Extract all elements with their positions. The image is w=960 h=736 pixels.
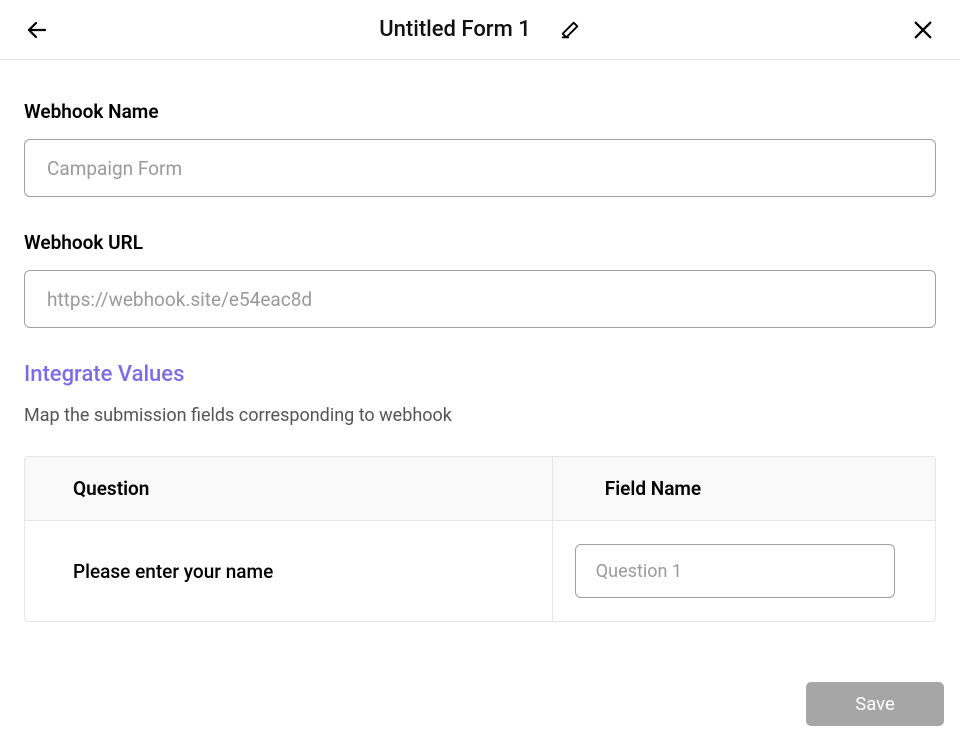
webhook-url-input[interactable] [24, 270, 936, 328]
edit-title-button[interactable] [559, 19, 581, 41]
close-button[interactable] [910, 17, 936, 43]
integrate-desc: Map the submission fields corresponding … [24, 405, 936, 426]
close-icon [912, 19, 934, 41]
webhook-name-input[interactable] [24, 139, 936, 197]
col-question: Question [25, 457, 553, 520]
title-wrap: Untitled Form 1 [50, 17, 910, 42]
arrow-left-icon [25, 18, 49, 42]
webhook-url-label: Webhook URL [24, 231, 936, 254]
webhook-name-label: Webhook Name [24, 100, 936, 123]
table-row: Please enter your name [25, 521, 935, 621]
question-cell: Please enter your name [25, 521, 553, 621]
page-title: Untitled Form 1 [379, 17, 530, 42]
col-field-name: Field Name [553, 457, 935, 520]
webhook-name-group: Webhook Name [24, 100, 936, 197]
header: Untitled Form 1 [0, 0, 960, 60]
field-name-input[interactable] [575, 544, 895, 598]
webhook-url-group: Webhook URL [24, 231, 936, 328]
footer: Save [0, 672, 960, 736]
back-button[interactable] [24, 17, 50, 43]
content: Webhook Name Webhook URL Integrate Value… [0, 60, 960, 646]
mapping-table: Question Field Name Please enter your na… [24, 456, 936, 622]
edit-icon [559, 19, 581, 41]
save-button[interactable]: Save [806, 682, 944, 726]
field-name-cell [553, 521, 935, 621]
table-header: Question Field Name [25, 457, 935, 521]
integrate-title: Integrate Values [24, 362, 936, 387]
